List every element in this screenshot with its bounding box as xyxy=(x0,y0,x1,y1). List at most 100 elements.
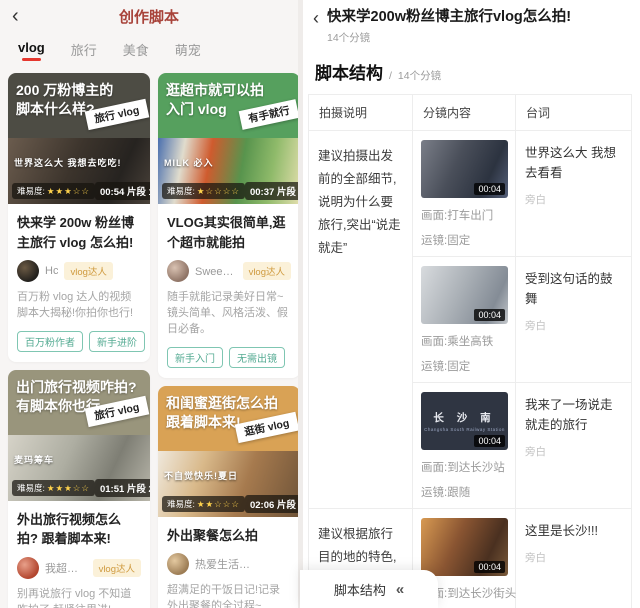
shot-cell: 长 沙 南 Changsha South Railway Station 00:… xyxy=(412,381,516,509)
duration-pill: 00:37 片段 14 xyxy=(244,182,298,200)
camera-label: 运镜:固定 xyxy=(421,234,471,247)
avatar xyxy=(167,260,189,282)
script-structure-collapse-button[interactable]: 脚本结构 « xyxy=(300,570,438,608)
card-description: 随手就能记录美好日常~镜头简单、风格活泼、假日必备。 xyxy=(167,291,288,335)
card-cover: 和闺蜜逛街怎么拍 跟着脚本来! 逛街 vlog 不自觉快乐!夏日 难易度: ★★☆… xyxy=(158,385,298,517)
frame-label: 画面:到达长沙站 xyxy=(421,461,505,474)
cover-pill-row: 难易度:★★★☆☆ 00:54 片段 14 xyxy=(12,182,150,200)
script-detail-panel: ‹ 快来学200w粉丝博主旅行vlog怎么拍! 14个分镜 脚本结构 / 14个… xyxy=(303,0,640,608)
shot-count: 14个分镜 xyxy=(327,31,371,44)
shot-thumbnail[interactable]: 00:04 xyxy=(421,265,508,324)
author-row: Hc vlog达人 xyxy=(17,260,141,282)
collapse-button-label: 脚本结构 xyxy=(333,582,386,598)
vlog-expert-badge: vlog达人 xyxy=(64,262,113,280)
cover-title-line2: 入门 vlog xyxy=(166,100,227,117)
shot-thumbnail[interactable]: 00:04 xyxy=(421,139,508,198)
cover-title-line2: 脚本什么样? xyxy=(16,100,95,117)
tab-pets[interactable]: 萌宠 xyxy=(175,40,201,61)
timestamp-badge: 00:04 xyxy=(474,182,505,195)
cover-pill-row: 难易度:★★☆☆☆ 02:06 片段 30 xyxy=(162,494,298,513)
script-card-1[interactable]: 200 万粉博主的 脚本什么样? 旅行 vlog 世界这么大 我想去吃吃! 难易… xyxy=(8,73,150,362)
station-sign-cn: 长 沙 南 xyxy=(433,411,496,424)
page-title: 创作脚本 xyxy=(118,8,179,26)
author-row: Sweetie甜橙... vlog达人 xyxy=(167,260,291,282)
grid-column-right: 逛超市就可以拍 入门 vlog 有手就行 MILK 必入 难易度: ★☆☆☆☆ 0… xyxy=(158,73,298,608)
vlog-expert-badge: vlog达人 xyxy=(92,558,141,577)
card-title: 快来学 200w 粉丝博主旅行 vlog 怎么拍! xyxy=(17,215,135,250)
star-rating: ★★★☆☆ xyxy=(46,186,90,196)
table-row: 建议拍摄出发前的全部细节,说明为什么要旅行,突出“说走就走” 00:04 画面:… xyxy=(308,129,632,509)
tab-travel[interactable]: 旅行 xyxy=(71,40,97,61)
dialogue-text: 我来了一场说走就走的旅行 xyxy=(525,397,613,432)
storyboard-table: 拍摄说明 分镜内容 台词 建议拍摄出发前的全部细节,说明为什么要旅行,突出“说走… xyxy=(308,93,632,608)
dialogue-type: 旁白 xyxy=(525,319,546,332)
duration-pill: 02:06 片段 30 xyxy=(244,494,298,513)
card-description: 别再说旅行 vlog 不知道咋拍了,赶紧往里进! xyxy=(17,587,132,608)
duration-pill: 01:51 片段 29 xyxy=(94,478,150,497)
tab-vlog[interactable]: vlog xyxy=(18,40,45,61)
column-header-dialogue: 台词 xyxy=(515,93,632,131)
frame-label: 画面:打车出门 xyxy=(421,209,494,222)
section-heading: 脚本结构 / 14个分镜 xyxy=(303,45,640,94)
section-count: 14个分镜 xyxy=(397,69,442,82)
section-title: 脚本结构 xyxy=(315,63,383,83)
cover-title-line1: 出门旅行视频咋拍? xyxy=(16,378,137,395)
dialogue-type: 旁白 xyxy=(525,445,546,458)
duration-pill: 00:54 片段 14 xyxy=(94,182,150,200)
script-card-4[interactable]: 和闺蜜逛街怎么拍 跟着脚本来! 逛街 vlog 不自觉快乐!夏日 难易度: ★★☆… xyxy=(158,385,298,608)
app-window: ‹ 创作脚本 vlog 旅行 美食 萌宠 200 万粉博主的 脚本什么样? 旅行… xyxy=(0,0,640,608)
column-header-shot-content: 分镜内容 xyxy=(412,93,516,131)
back-icon[interactable]: ‹ xyxy=(305,8,327,30)
tag-chip: 百万粉作者 xyxy=(17,330,83,352)
dialogue-cell: 世界这么大 我想去看看 旁白 xyxy=(515,129,632,257)
card-body: VLOG其实很简单,逛个超市就能拍 Sweetie甜橙... vlog达人 随手… xyxy=(158,204,298,378)
dialogue-text: 受到这句话的鼓舞 xyxy=(525,271,613,306)
card-body: 快来学 200w 粉丝博主旅行 vlog 怎么拍! Hc vlog达人 百万粉 … xyxy=(8,204,150,362)
cover-pill-row: 难易度:★★★☆☆ 01:51 片段 29 xyxy=(12,478,150,497)
star-rating: ★☆☆☆☆ xyxy=(196,186,240,196)
dialogue-type: 旁白 xyxy=(525,193,546,206)
dialogue-text: 世界这么大 我想去看看 xyxy=(525,145,616,180)
card-description: 百万粉 vlog 达人的视频脚本大揭秘!你拍你也行! xyxy=(17,291,134,319)
author-row: 热爱生活的猴子 xyxy=(167,553,291,576)
dialogue-cell: 受到这句话的鼓舞 旁白 xyxy=(515,255,632,383)
tag-chips: 新手入门 无需出镜 xyxy=(167,346,291,368)
tag-chip: 新手入门 xyxy=(167,346,223,368)
frame-label: 画面:乘坐高铁 xyxy=(421,335,494,348)
shot-thumbnail[interactable]: 00:04 xyxy=(421,517,508,576)
card-grid: 200 万粉博主的 脚本什么样? 旅行 vlog 世界这么大 我想去吃吃! 难易… xyxy=(0,67,298,608)
shot-thumbnail[interactable]: 长 沙 南 Changsha South Railway Station 00:… xyxy=(421,391,508,450)
camera-label: 运镜:跟随 xyxy=(421,486,471,499)
difficulty-pill: 难易度: ★★☆☆☆ xyxy=(162,495,245,512)
section-separator: / xyxy=(389,69,392,82)
dialogue-cell: 这里是长沙!!! 旁白 xyxy=(515,507,632,608)
star-rating: ★★☆☆☆ xyxy=(196,498,240,509)
shooting-note-cell: 建议拍摄出发前的全部细节,说明为什么要旅行,突出“说走就走” xyxy=(308,129,413,509)
category-tabs: vlog 旅行 美食 萌宠 xyxy=(0,32,298,67)
vlog-expert-badge: vlog达人 xyxy=(242,262,291,280)
difficulty-pill: 难易度: ★★★☆☆ xyxy=(12,479,95,496)
dialogue-type: 旁白 xyxy=(525,551,546,564)
detail-header: ‹ 快来学200w粉丝博主旅行vlog怎么拍! 14个分镜 xyxy=(303,0,640,45)
card-cover: 200 万粉博主的 脚本什么样? 旅行 vlog 世界这么大 我想去吃吃! 难易… xyxy=(8,73,150,204)
author-row: 我超爱吃烤鸭的 vlog达人 xyxy=(17,556,141,579)
dialogue-text: 这里是长沙!!! xyxy=(525,523,598,538)
avatar xyxy=(167,553,189,576)
card-body: 外出旅行视频怎么拍? 跟着脚本来! 我超爱吃烤鸭的 vlog达人 别再说旅行 v… xyxy=(8,501,150,608)
table-header-row: 拍摄说明 分镜内容 台词 xyxy=(308,93,632,131)
cover-pill-row: 难易度:★☆☆☆☆ 00:37 片段 14 xyxy=(162,182,298,200)
shot-cell: 00:04 画面:乘坐高铁 运镜:固定 xyxy=(412,255,516,383)
photo-overlay-text: MILK 必入 xyxy=(164,158,214,168)
cover-title-line1: 200 万粉博主的 xyxy=(16,82,114,98)
author-name: Sweetie甜橙... xyxy=(195,266,237,278)
cover-title-line2: 跟着脚本来! xyxy=(166,413,241,430)
script-library-panel: ‹ 创作脚本 vlog 旅行 美食 萌宠 200 万粉博主的 脚本什么样? 旅行… xyxy=(0,0,303,608)
script-card-3[interactable]: 出门旅行视频咋拍? 有脚本你也行 旅行 vlog 麦玛筹车 难易度: ★★★☆☆ … xyxy=(8,369,150,608)
author-name: 我超爱吃烤鸭的 xyxy=(45,562,87,575)
tag-chip: 无需出镜 xyxy=(229,346,285,368)
photo-overlay-text: 麦玛筹车 xyxy=(14,454,55,465)
grid-column-left: 200 万粉博主的 脚本什么样? 旅行 vlog 世界这么大 我想去吃吃! 难易… xyxy=(8,73,150,608)
tab-food[interactable]: 美食 xyxy=(123,40,149,61)
timestamp-badge: 00:04 xyxy=(474,308,505,321)
script-card-2[interactable]: 逛超市就可以拍 入门 vlog 有手就行 MILK 必入 难易度: ★☆☆☆☆ 0… xyxy=(158,73,298,378)
